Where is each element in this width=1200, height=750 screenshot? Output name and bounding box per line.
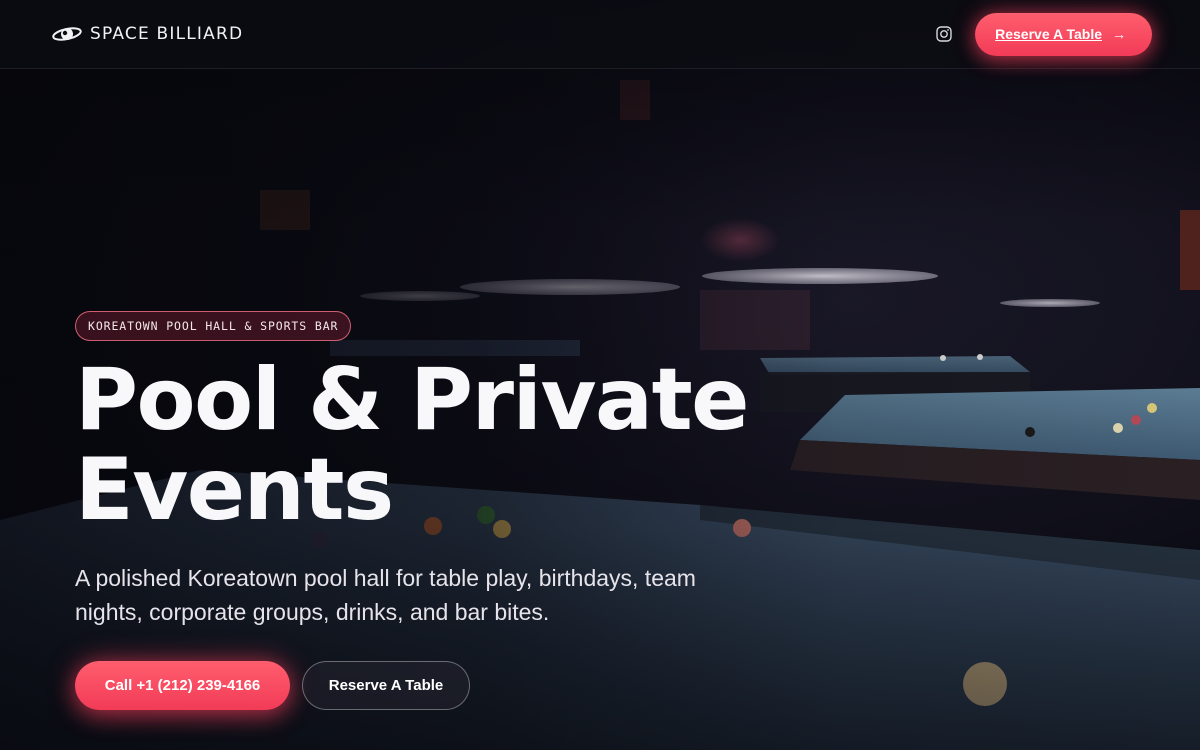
site-header: SPACE BILLIARD Reserve A Table → (0, 0, 1200, 69)
hero-subtitle: A polished Koreatown pool hall for table… (75, 565, 696, 625)
hero-section: KOREATOWN POOL HALL & SPORTS BAR Pool & … (75, 311, 795, 710)
instagram-icon (936, 26, 952, 42)
hero-title: Pool & Private Events (75, 355, 795, 535)
brand-logo[interactable]: SPACE BILLIARD (52, 24, 243, 44)
hero-title-line-1: Pool & Private (75, 350, 750, 450)
instagram-link[interactable] (935, 25, 953, 43)
header-reserve-label: Reserve A Table (995, 26, 1102, 42)
saturn-logo-icon (52, 27, 82, 41)
hero-actions: Call +1 (212) 239-4166 Reserve A Table (75, 661, 795, 710)
hero-reserve-button[interactable]: Reserve A Table (302, 661, 470, 710)
hero-eyebrow-badge: KOREATOWN POOL HALL & SPORTS BAR (75, 311, 352, 341)
call-button[interactable]: Call +1 (212) 239-4166 (75, 661, 290, 710)
header-reserve-button[interactable]: Reserve A Table → (975, 12, 1152, 56)
brand-name: SPACE BILLIARD (90, 24, 244, 44)
arrow-right-icon: → (1112, 26, 1126, 42)
hero-title-line-2: Events (75, 440, 394, 540)
